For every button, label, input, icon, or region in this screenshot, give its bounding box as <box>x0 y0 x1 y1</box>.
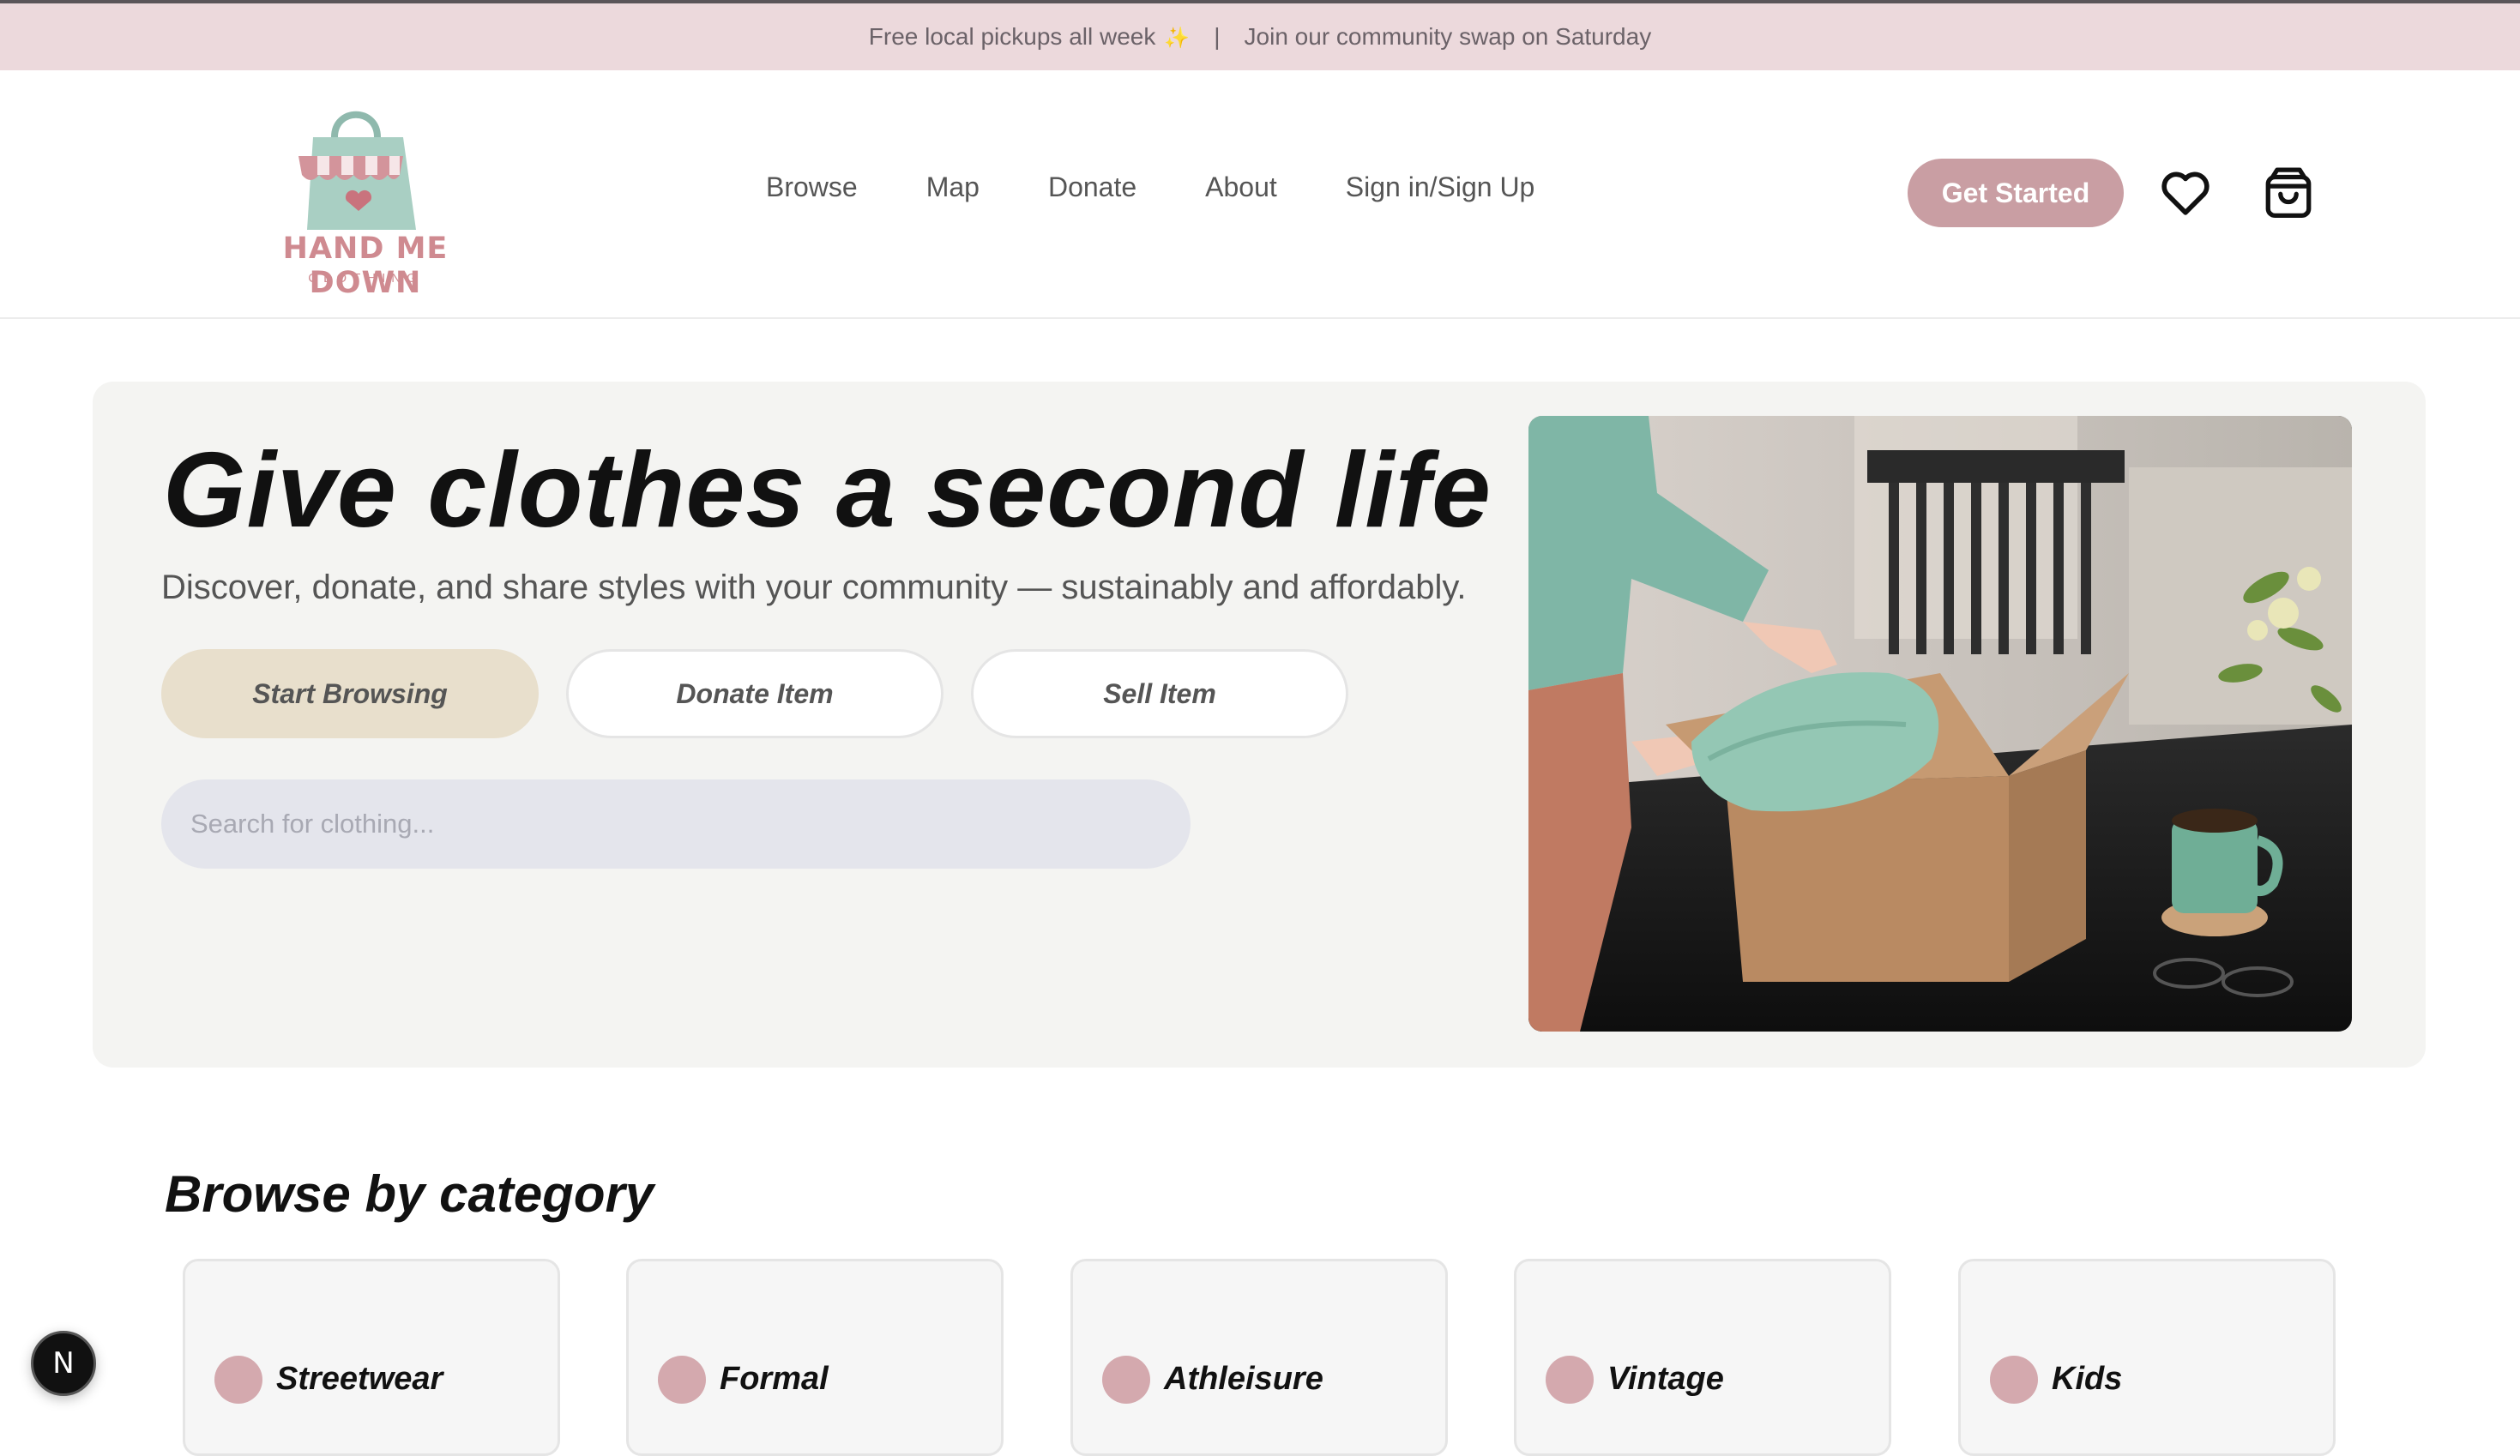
dev-tools-badge[interactable]: N <box>31 1331 96 1396</box>
search-input[interactable] <box>161 779 1191 869</box>
hero-subtitle: Discover, donate, and share styles with … <box>161 569 1467 606</box>
category-label: Streetwear <box>276 1361 443 1397</box>
announcement-swap: Join our community swap on Saturday <box>1244 23 1652 50</box>
nav-map[interactable]: Map <box>926 171 980 203</box>
category-dot-icon <box>1990 1356 2038 1404</box>
category-dot-icon <box>658 1356 706 1404</box>
category-card-athleisure[interactable]: Athleisure <box>1070 1259 1448 1456</box>
category-section-title: Browse by category <box>165 1165 654 1223</box>
nav-donate[interactable]: Donate <box>1048 171 1136 203</box>
nav-browse[interactable]: Browse <box>766 171 858 203</box>
announcement-pickups: Free local pickups all week ✨ <box>868 23 1191 50</box>
brand-name: HAND ME DOWN <box>282 232 449 300</box>
category-dot-icon <box>214 1356 262 1404</box>
site-header: HAND ME DOWN CLOTHING Browse Map Donate … <box>0 70 2520 319</box>
brand-logo[interactable]: HAND ME DOWN CLOTHING <box>232 103 497 300</box>
category-label: Vintage <box>1607 1361 1724 1397</box>
category-label: Formal <box>720 1361 829 1397</box>
hero-title: Give clothes a second life <box>163 431 1492 550</box>
shopping-bag-icon[interactable] <box>2258 163 2318 223</box>
start-browsing-button[interactable]: Start Browsing <box>161 649 539 738</box>
main-nav: Browse Map Donate About Sign in/Sign Up <box>766 171 1534 203</box>
category-label: Kids <box>2052 1361 2123 1397</box>
sell-item-button[interactable]: Sell Item <box>971 649 1348 738</box>
shopping-bag-logo-icon <box>298 111 416 230</box>
nav-sign-in[interactable]: Sign in/Sign Up <box>1346 171 1535 203</box>
category-card-formal[interactable]: Formal <box>626 1259 1004 1456</box>
category-dot-icon <box>1102 1356 1150 1404</box>
category-card-vintage[interactable]: Vintage <box>1514 1259 1891 1456</box>
category-card-streetwear[interactable]: Streetwear <box>183 1259 560 1456</box>
announcement-bar: Free local pickups all week ✨ | Join our … <box>0 0 2520 70</box>
category-label: Athleisure <box>1164 1361 1323 1397</box>
hero-photo <box>1528 416 2352 1032</box>
heart-icon[interactable] <box>2155 163 2216 223</box>
brand-tagline: CLOTHING <box>308 271 423 286</box>
announcement-separator: | <box>1214 23 1221 50</box>
get-started-button[interactable]: Get Started <box>1908 159 2124 227</box>
sparkle-icon: ✨ <box>1164 27 1191 50</box>
donate-item-button[interactable]: Donate Item <box>566 649 943 738</box>
category-card-kids[interactable]: Kids <box>1958 1259 2336 1456</box>
hero-section: Give clothes a second life Discover, don… <box>93 382 2426 1068</box>
category-dot-icon <box>1546 1356 1594 1404</box>
nav-about[interactable]: About <box>1205 171 1277 203</box>
